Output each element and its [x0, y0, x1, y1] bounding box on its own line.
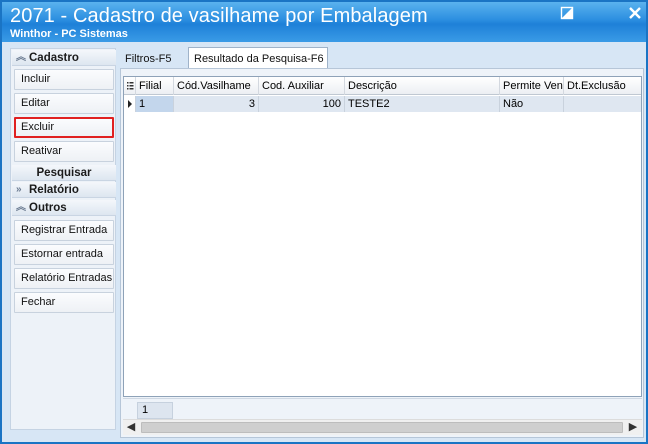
- estornar-entrada-button[interactable]: Estornar entrada: [14, 244, 114, 265]
- grid-header: Filial Cód.Vasilhame Cod. Auxiliar Descr…: [124, 77, 641, 95]
- restore-icon[interactable]: [560, 6, 574, 20]
- cell-descricao[interactable]: TESTE2: [345, 96, 500, 112]
- scrollbar-thumb[interactable]: [141, 422, 623, 433]
- cell-filial[interactable]: 1: [136, 96, 174, 112]
- window-title: 2071 - Cadastro de vasilhame por Embalag…: [10, 5, 428, 27]
- cell-cod-auxiliar[interactable]: 100: [259, 96, 345, 112]
- fechar-button[interactable]: Fechar: [14, 292, 114, 313]
- column-header-filial[interactable]: Filial: [136, 77, 174, 95]
- horizontal-scrollbar[interactable]: ◀ ▶: [123, 419, 642, 435]
- row-pointer-icon: [124, 96, 136, 112]
- reativar-button[interactable]: Reativar: [14, 141, 114, 162]
- column-header-dt-exclusao[interactable]: Dt.Exclusão: [564, 77, 641, 95]
- side-panel: ︽ Cadastro Incluir Editar Excluir Reativ…: [10, 48, 116, 430]
- column-header-permite-venda[interactable]: Permite Venda: [500, 77, 564, 95]
- group-relatorio[interactable]: » Relatório: [12, 182, 116, 198]
- column-header-descricao[interactable]: Descrição: [345, 77, 500, 95]
- chevron-right-icon: »: [16, 184, 22, 195]
- group-pesquisar[interactable]: Pesquisar: [12, 165, 116, 181]
- column-header-cod-vasilhame[interactable]: Cód.Vasilhame: [174, 77, 259, 95]
- registrar-entrada-button[interactable]: Registrar Entrada: [14, 220, 114, 241]
- editar-button[interactable]: Editar: [14, 93, 114, 114]
- cell-dt-exclusao[interactable]: [564, 96, 641, 112]
- group-cadastro[interactable]: ︽ Cadastro: [12, 50, 116, 66]
- title-bar: 2071 - Cadastro de vasilhame por Embalag…: [2, 2, 646, 42]
- results-grid[interactable]: Filial Cód.Vasilhame Cod. Auxiliar Descr…: [123, 76, 642, 397]
- chevron-up-icon: ︽: [16, 52, 26, 63]
- column-header-cod-auxiliar[interactable]: Cod. Auxiliar: [259, 77, 345, 95]
- record-count: 1: [137, 402, 173, 419]
- incluir-button[interactable]: Incluir: [14, 69, 114, 90]
- excluir-button[interactable]: Excluir: [14, 117, 114, 138]
- scroll-left-icon[interactable]: ◀: [123, 420, 139, 435]
- tab-filtros[interactable]: Filtros-F5: [122, 50, 174, 68]
- chevron-up-icon: ︽: [16, 202, 26, 213]
- tab-resultado-pesquisa[interactable]: Resultado da Pesquisa-F6: [188, 47, 328, 69]
- column-chooser-icon[interactable]: [124, 77, 136, 95]
- window-subtitle: Winthor - PC Sistemas: [10, 28, 128, 40]
- results-panel: Filial Cód.Vasilhame Cod. Auxiliar Descr…: [120, 68, 644, 438]
- close-icon[interactable]: [628, 6, 642, 20]
- relatorio-entradas-button[interactable]: Relatório Entradas: [14, 268, 114, 289]
- cell-permite-venda[interactable]: Não: [500, 96, 564, 112]
- group-outros[interactable]: ︽ Outros: [12, 200, 116, 216]
- scroll-right-icon[interactable]: ▶: [625, 420, 641, 435]
- app-window: 2071 - Cadastro de vasilhame por Embalag…: [0, 0, 648, 444]
- cell-cod-vasilhame[interactable]: 3: [174, 96, 259, 112]
- grid-footer: 1: [123, 398, 642, 419]
- table-row[interactable]: 1 3 100 TESTE2 Não: [124, 96, 641, 112]
